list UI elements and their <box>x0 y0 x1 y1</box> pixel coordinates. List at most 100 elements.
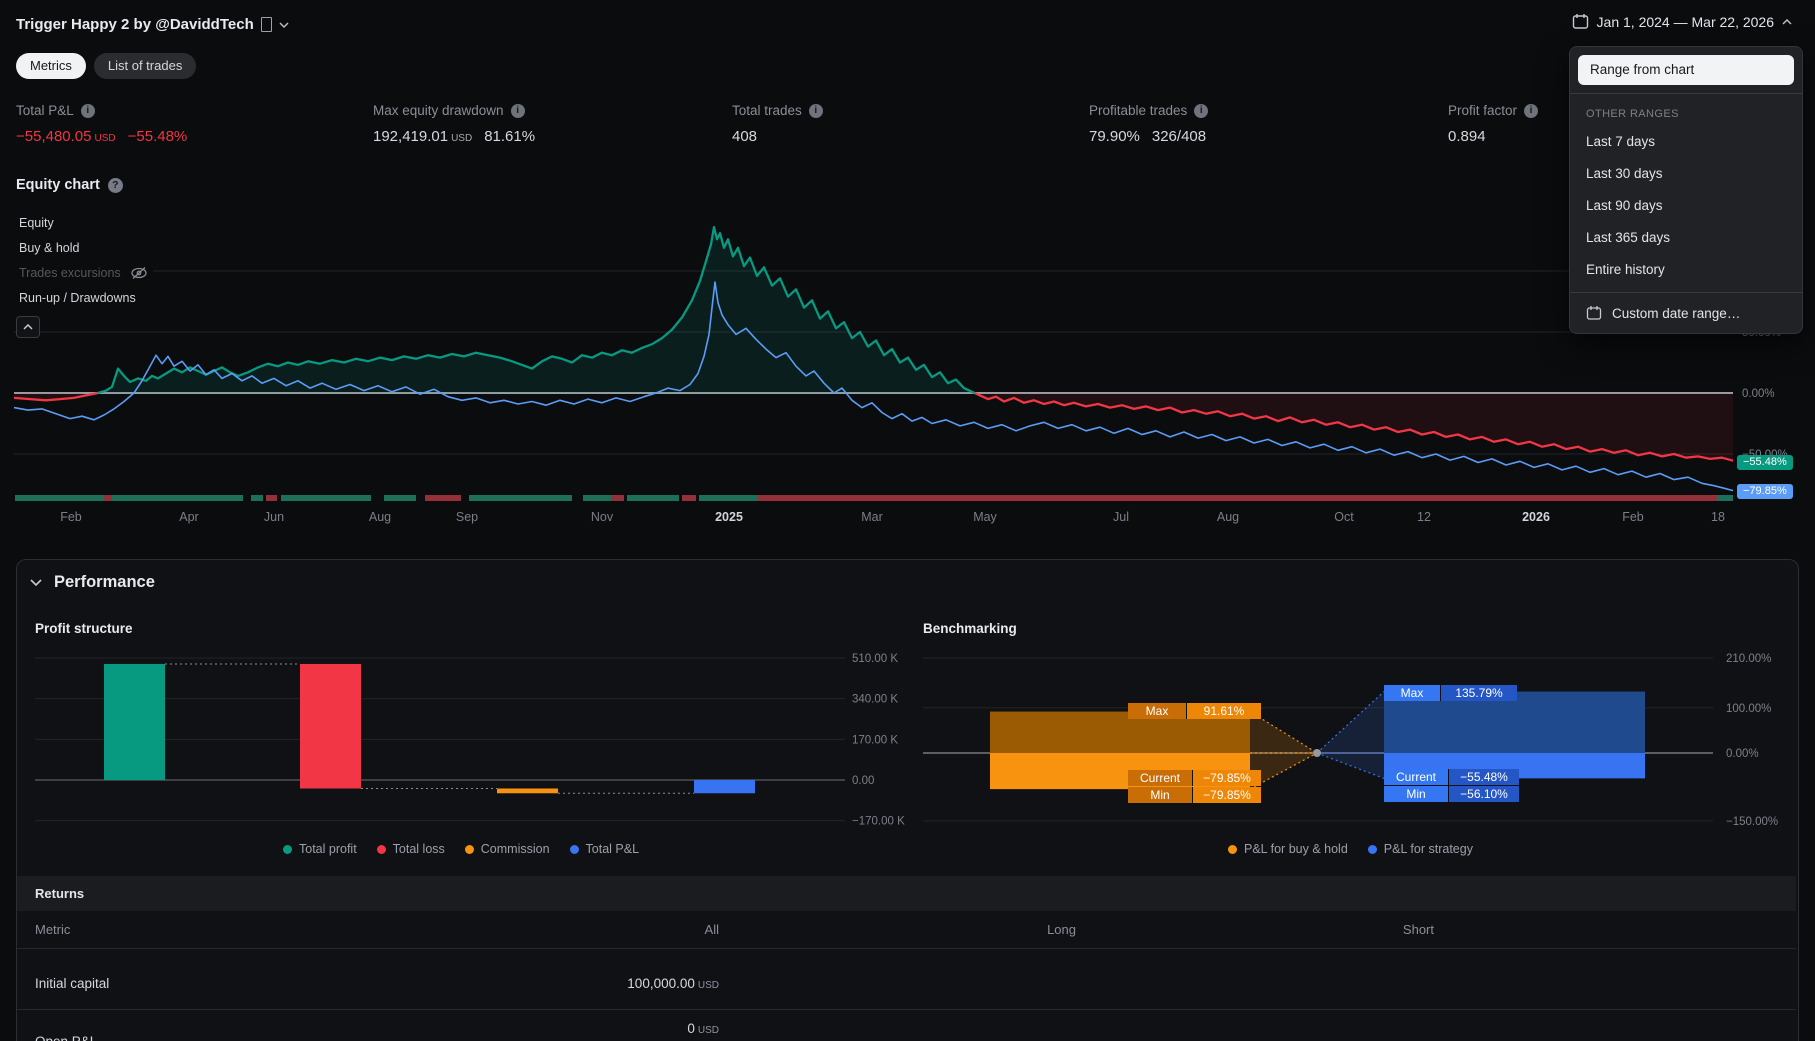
metric-label: Total P&L <box>16 103 74 118</box>
svg-text:Aug: Aug <box>1217 510 1239 524</box>
benchmark-strategy-current-chip: Current −55.48% <box>1384 769 1519 785</box>
svg-text:Jul: Jul <box>1113 510 1129 524</box>
strategy-tester-page: Trigger Happy 2 by @DaviddTech Jan 1, 20… <box>0 0 1815 1041</box>
dropdown-item-custom-date-range[interactable]: Custom date range… <box>1570 295 1802 327</box>
legend-label: Buy & hold <box>19 241 80 255</box>
svg-text:Jun: Jun <box>264 510 284 524</box>
legend-label: Total profit <box>299 842 357 856</box>
benchmarking-title: Benchmarking <box>923 621 1017 636</box>
svg-text:Feb: Feb <box>60 510 82 524</box>
svg-text:Nov: Nov <box>591 510 614 524</box>
chip-label: Current <box>1384 769 1449 785</box>
metric-label: Total trades <box>732 103 802 118</box>
value: 0 <box>687 1021 695 1036</box>
tab-list-of-trades[interactable]: List of trades <box>93 53 197 79</box>
performance-title: Performance <box>54 573 155 591</box>
strategy-dot <box>1367 844 1377 854</box>
metric-label: Profitable trades <box>1089 103 1188 118</box>
legend-item-runup-drawdowns[interactable]: Run-up / Drawdowns <box>14 290 141 306</box>
svg-text:Mar: Mar <box>861 510 883 524</box>
metric-extra: 81.61% <box>484 128 536 145</box>
metric-total-trades: Total trades i 408 <box>732 103 823 145</box>
svg-text:12: 12 <box>1417 510 1431 524</box>
total-profit-dot <box>283 844 292 854</box>
equity-chart-title-text: Equity chart <box>16 177 100 193</box>
col-header-metric: Metric <box>35 922 71 937</box>
col-header-short: Short <box>1402 922 1434 937</box>
svg-text:2026: 2026 <box>1522 510 1550 524</box>
dropdown-item-last-7-days[interactable]: Last 7 days <box>1570 126 1802 158</box>
chip-value: 91.61% <box>1187 703 1261 719</box>
legend-label: Equity <box>19 216 54 230</box>
strategy-title: Trigger Happy 2 by @DaviddTech <box>16 16 254 33</box>
buyhold-dot <box>1228 844 1237 854</box>
dropdown-section-label: OTHER RANGES <box>1586 108 1679 120</box>
value: 100,000.00 <box>627 976 695 991</box>
tab-metrics[interactable]: Metrics <box>16 53 86 79</box>
legend-label: Run-up / Drawdowns <box>19 291 136 305</box>
metric-value: 408 <box>732 128 758 145</box>
metric-currency: USD <box>451 133 473 144</box>
metric-label: Max equity drawdown <box>373 103 504 118</box>
row-open-pnl-value: 0 USD <box>419 1021 719 1036</box>
chip-value: −55.48% <box>1449 769 1519 785</box>
date-range-selector[interactable]: Jan 1, 2024 — Mar 22, 2026 <box>1572 13 1792 30</box>
dropdown-item-range-from-chart[interactable]: Range from chart <box>1578 55 1794 85</box>
strategy-title-row: Trigger Happy 2 by @DaviddTech <box>16 16 289 33</box>
lock-icon <box>260 17 272 32</box>
svg-text:Aug: Aug <box>369 510 391 524</box>
buyhold-current-badge: −79.85% <box>1737 484 1793 499</box>
help-icon[interactable]: ? <box>107 177 123 193</box>
benchmarking-legend: P&L for buy & hold P&L for strategy <box>1228 842 1473 856</box>
col-header-all: All <box>704 922 719 937</box>
collapse-legend-button[interactable] <box>16 316 40 338</box>
legend-item-buy-hold[interactable]: Buy & hold <box>14 240 85 256</box>
dropdown-item-last-90-days[interactable]: Last 90 days <box>1570 190 1802 222</box>
dropdown-item-entire-history[interactable]: Entire history <box>1570 254 1802 286</box>
benchmark-buyhold-min-chip: Min −79.85% <box>1128 787 1261 803</box>
commission-dot <box>464 844 474 854</box>
total-loss-dot <box>376 844 386 854</box>
dropdown-divider <box>1570 292 1802 293</box>
chip-label: Max <box>1128 703 1187 719</box>
legend-label: Total P&L <box>585 842 640 856</box>
metric-total-pnl: Total P&L i −55,480.05 USD −55.48% <box>16 103 187 145</box>
svg-text:18: 18 <box>1711 510 1725 524</box>
equity-chart: 50.00%0.00%−50.00%FebAprJunAugSepNov2025… <box>13 225 1788 524</box>
performance-section-header[interactable]: Performance <box>30 573 155 592</box>
unit: USD <box>697 1025 719 1036</box>
legend-item-equity[interactable]: Equity <box>14 215 59 231</box>
svg-text:2025: 2025 <box>715 510 743 524</box>
chevron-down-icon[interactable] <box>279 21 289 28</box>
svg-text:0.00%: 0.00% <box>1742 388 1775 400</box>
chevron-up-icon <box>1782 18 1792 25</box>
returns-title: Returns <box>35 886 85 901</box>
benchmark-buyhold-current-chip: Current −79.85% <box>1128 770 1261 786</box>
chip-value: −56.10% <box>1449 786 1519 802</box>
benchmark-strategy-max-chip: Max 135.79% <box>1384 685 1517 701</box>
chip-value: −79.85% <box>1193 787 1261 803</box>
table-divider <box>17 1009 1796 1010</box>
svg-text:Apr: Apr <box>179 510 198 524</box>
eye-off-icon <box>131 267 147 279</box>
metric-extra: −55.48% <box>127 128 188 145</box>
dropdown-item-last-365-days[interactable]: Last 365 days <box>1570 222 1802 254</box>
metric-label: Profit factor <box>1448 103 1518 118</box>
calendar-icon <box>1572 14 1588 29</box>
info-icon[interactable]: i <box>1524 103 1539 118</box>
view-tabs: Metrics List of trades <box>16 53 197 79</box>
dropdown-divider <box>1570 93 1802 94</box>
dropdown-item-last-30-days[interactable]: Last 30 days <box>1570 158 1802 190</box>
legend-item-trades-excursions[interactable]: Trades excursions <box>14 265 153 281</box>
info-icon[interactable]: i <box>80 103 95 118</box>
metric-max-drawdown: Max equity drawdown i 192,419.01 USD 81.61% <box>373 103 535 145</box>
svg-text:Sep: Sep <box>456 510 478 524</box>
info-icon[interactable]: i <box>808 103 823 118</box>
metric-value: 79.90% <box>1089 128 1140 145</box>
table-divider <box>17 948 1796 949</box>
chevron-down-icon <box>30 579 42 586</box>
chip-label: Min <box>1128 787 1193 803</box>
legend-label: P&L for buy & hold <box>1244 842 1348 856</box>
info-icon[interactable]: i <box>1194 103 1209 118</box>
info-icon[interactable]: i <box>510 103 525 118</box>
